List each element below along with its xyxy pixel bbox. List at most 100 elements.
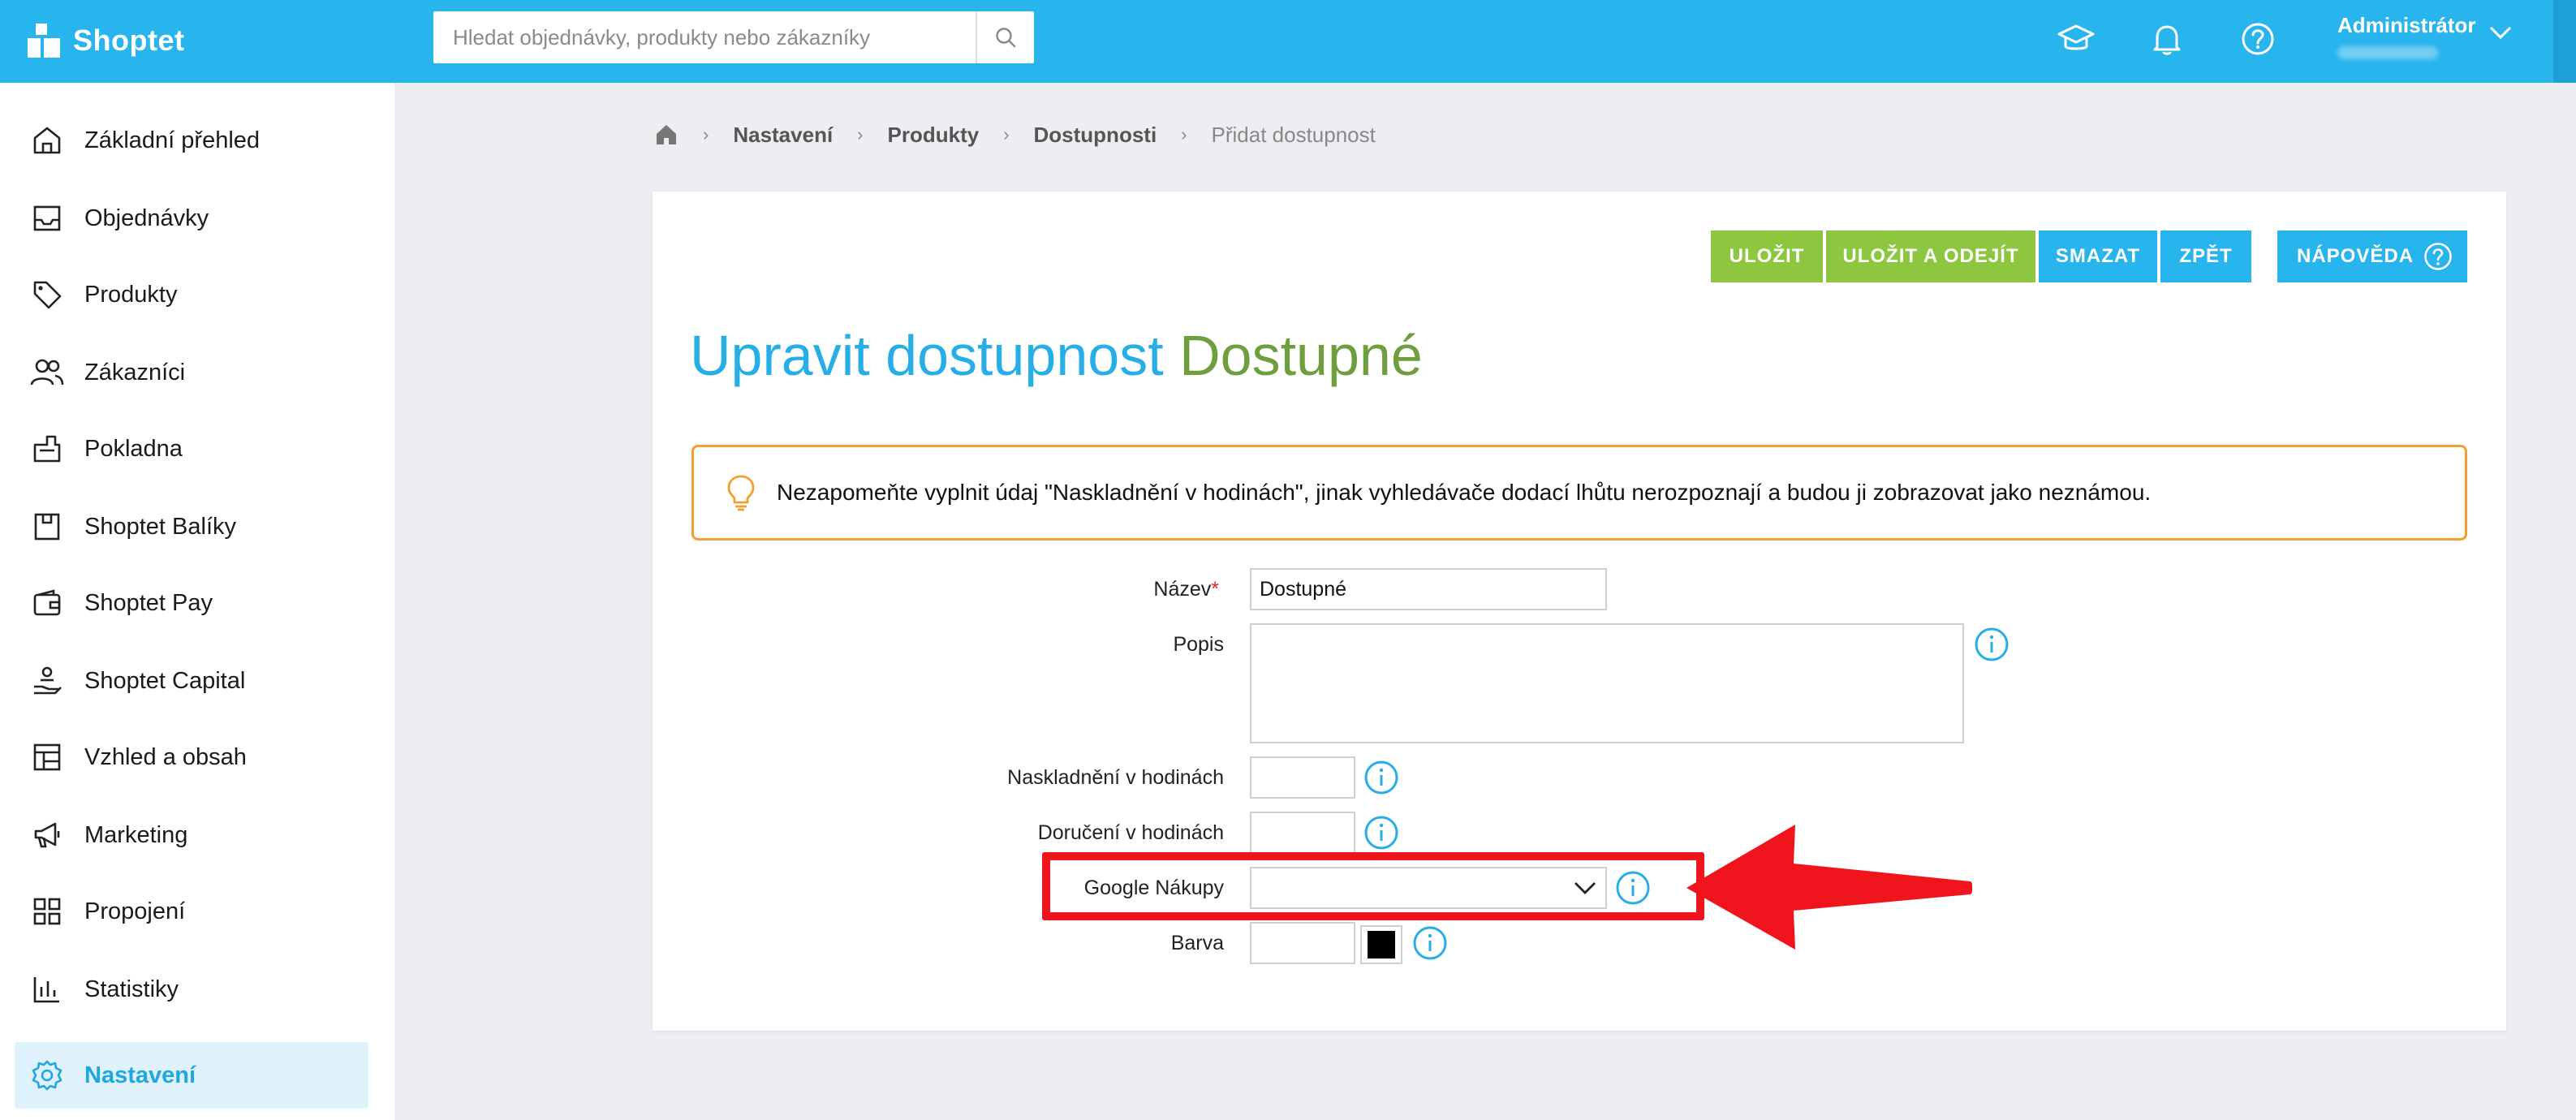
help-icon — [2424, 243, 2452, 270]
delivery-hours-field[interactable] — [1250, 812, 1355, 854]
lightbulb-icon — [725, 472, 757, 513]
warning-notice: Nezapomeňte vyplnit údaj "Naskladnění v … — [691, 445, 2467, 541]
hand-coins-icon — [29, 663, 65, 699]
breadcrumb-current: Přidat dostupnost — [1211, 122, 1376, 147]
color-picker-swatch[interactable] — [1360, 925, 1402, 964]
user-account-blurred — [2337, 46, 2438, 59]
delivery-hours-label: Doručení v hodinách — [1037, 821, 1224, 844]
wallet-icon — [29, 585, 65, 621]
sidebar-item-label: Objednávky — [84, 205, 209, 231]
shoptet-logo[interactable]: Shoptet — [28, 18, 184, 63]
sidebar-item-label: Základní přehled — [84, 127, 261, 153]
academy-button[interactable] — [2053, 16, 2099, 62]
name-label: Název* — [894, 578, 1219, 601]
help-doc-button[interactable]: NÁPOVĚDA — [2277, 230, 2467, 282]
sidebar-item-overview[interactable]: Základní přehled — [15, 107, 368, 174]
search-icon — [996, 28, 1016, 48]
sidebar-item-settings[interactable]: Nastavení — [15, 1042, 368, 1109]
help-icon — [2242, 23, 2274, 55]
sidebar-item-orders[interactable]: Objednávky — [15, 185, 368, 252]
notice-text: Nezapomeňte vyplnit údaj "Naskladnění v … — [777, 480, 2152, 505]
delete-button[interactable]: SMAZAT — [2039, 230, 2157, 282]
page-title-name: Dostupné — [1179, 324, 1423, 387]
brand-name: Shoptet — [73, 24, 185, 57]
sidebar-item-shoptet-pay[interactable]: Shoptet Pay — [15, 570, 368, 636]
bell-icon — [2153, 25, 2181, 55]
info-icon[interactable] — [1363, 815, 1399, 851]
help-button-label: NÁPOVĚDA — [2297, 245, 2414, 267]
sidebar-item-label: Vzhled a obsah — [84, 743, 247, 770]
grid-icon — [29, 894, 65, 929]
sidebar-item-marketing[interactable]: Marketing — [15, 802, 368, 868]
required-marker: * — [1211, 578, 1219, 601]
breadcrumb: › Nastavení › Produkty › Dostupnosti › P… — [654, 118, 1376, 151]
highlight-box — [1042, 852, 1704, 920]
sidebar: Základní přehled Objednávky Produkty Zák… — [0, 83, 394, 1120]
sidebar-item-appearance[interactable]: Vzhled a obsah — [15, 724, 368, 790]
sidebar-item-capital[interactable]: Shoptet Capital — [15, 648, 368, 714]
sidebar-item-label: Marketing — [84, 821, 188, 848]
chevron-right-icon: › — [1003, 124, 1010, 144]
sidebar-item-label: Shoptet Pay — [84, 589, 213, 616]
package-icon — [29, 509, 65, 545]
stock-hours-label: Naskladnění v hodinách — [1007, 766, 1224, 789]
shoptet-logo-icon — [28, 24, 62, 58]
top-bar: Shoptet Administrátor — [0, 0, 2576, 83]
sidebar-item-label: Statistiky — [84, 976, 179, 1002]
search-button[interactable] — [976, 11, 1034, 63]
sidebar-item-label: Produkty — [84, 281, 178, 308]
red-arrow-icon — [1686, 825, 1972, 950]
tag-icon — [29, 277, 65, 312]
sidebar-item-integrations[interactable]: Propojení — [15, 878, 368, 945]
cash-register-icon — [29, 431, 65, 467]
stock-hours-field[interactable] — [1250, 756, 1355, 799]
chevron-down-icon[interactable] — [2488, 24, 2513, 41]
scrollbar-edge — [2553, 0, 2576, 83]
sidebar-item-label: Propojení — [84, 898, 186, 924]
page-title-prefix: Upravit dostupnost — [690, 324, 1164, 387]
home-icon — [29, 123, 65, 158]
sidebar-item-products[interactable]: Produkty — [15, 261, 368, 328]
info-icon[interactable] — [1974, 627, 2010, 662]
sidebar-item-label: Nastavení — [84, 1062, 196, 1088]
save-button[interactable]: ULOŽIT — [1711, 230, 1823, 282]
global-search — [433, 11, 1034, 63]
inbox-icon — [29, 200, 65, 236]
sidebar-item-customers[interactable]: Zákazníci — [15, 339, 368, 406]
bar-chart-icon — [29, 971, 65, 1007]
graduation-cap-icon — [2057, 24, 2095, 50]
description-label: Popis — [1173, 633, 1224, 656]
save-and-exit-button[interactable]: ULOŽIT A ODEJÍT — [1826, 230, 2035, 282]
home-icon[interactable] — [654, 123, 678, 147]
name-label-text: Název — [1153, 578, 1212, 601]
search-input[interactable] — [433, 11, 976, 63]
name-field[interactable] — [1250, 568, 1607, 610]
users-icon — [29, 355, 65, 390]
layout-icon — [29, 739, 65, 775]
breadcrumb-link[interactable]: Dostupnosti — [1034, 123, 1157, 148]
chevron-right-icon: › — [1181, 124, 1187, 144]
chevron-right-icon: › — [857, 124, 864, 144]
user-name: Administrátor — [2337, 13, 2476, 37]
sidebar-item-cash-register[interactable]: Pokladna — [15, 416, 368, 482]
back-button[interactable]: ZPĚT — [2160, 230, 2251, 282]
sidebar-item-statistics[interactable]: Statistiky — [15, 956, 368, 1023]
color-field[interactable] — [1250, 922, 1355, 964]
breadcrumb-link[interactable]: Nastavení — [733, 123, 833, 148]
notifications-button[interactable] — [2144, 16, 2190, 62]
gear-icon — [29, 1058, 65, 1093]
page-title: Upravit dostupnost Dostupné — [690, 323, 1423, 388]
description-field[interactable] — [1250, 623, 1964, 743]
user-menu[interactable]: Administrátor — [2337, 13, 2475, 59]
info-icon[interactable] — [1412, 925, 1448, 961]
sidebar-item-label: Pokladna — [84, 435, 183, 462]
chevron-right-icon: › — [703, 124, 709, 144]
color-label: Barva — [1170, 932, 1224, 954]
color-swatch-fill — [1368, 931, 1395, 958]
help-button[interactable] — [2235, 16, 2281, 62]
sidebar-item-label: Shoptet Balíky — [84, 513, 236, 540]
info-icon[interactable] — [1363, 760, 1399, 795]
megaphone-icon — [29, 817, 65, 853]
breadcrumb-link[interactable]: Produkty — [888, 123, 980, 148]
sidebar-item-packages[interactable]: Shoptet Balíky — [15, 493, 368, 560]
